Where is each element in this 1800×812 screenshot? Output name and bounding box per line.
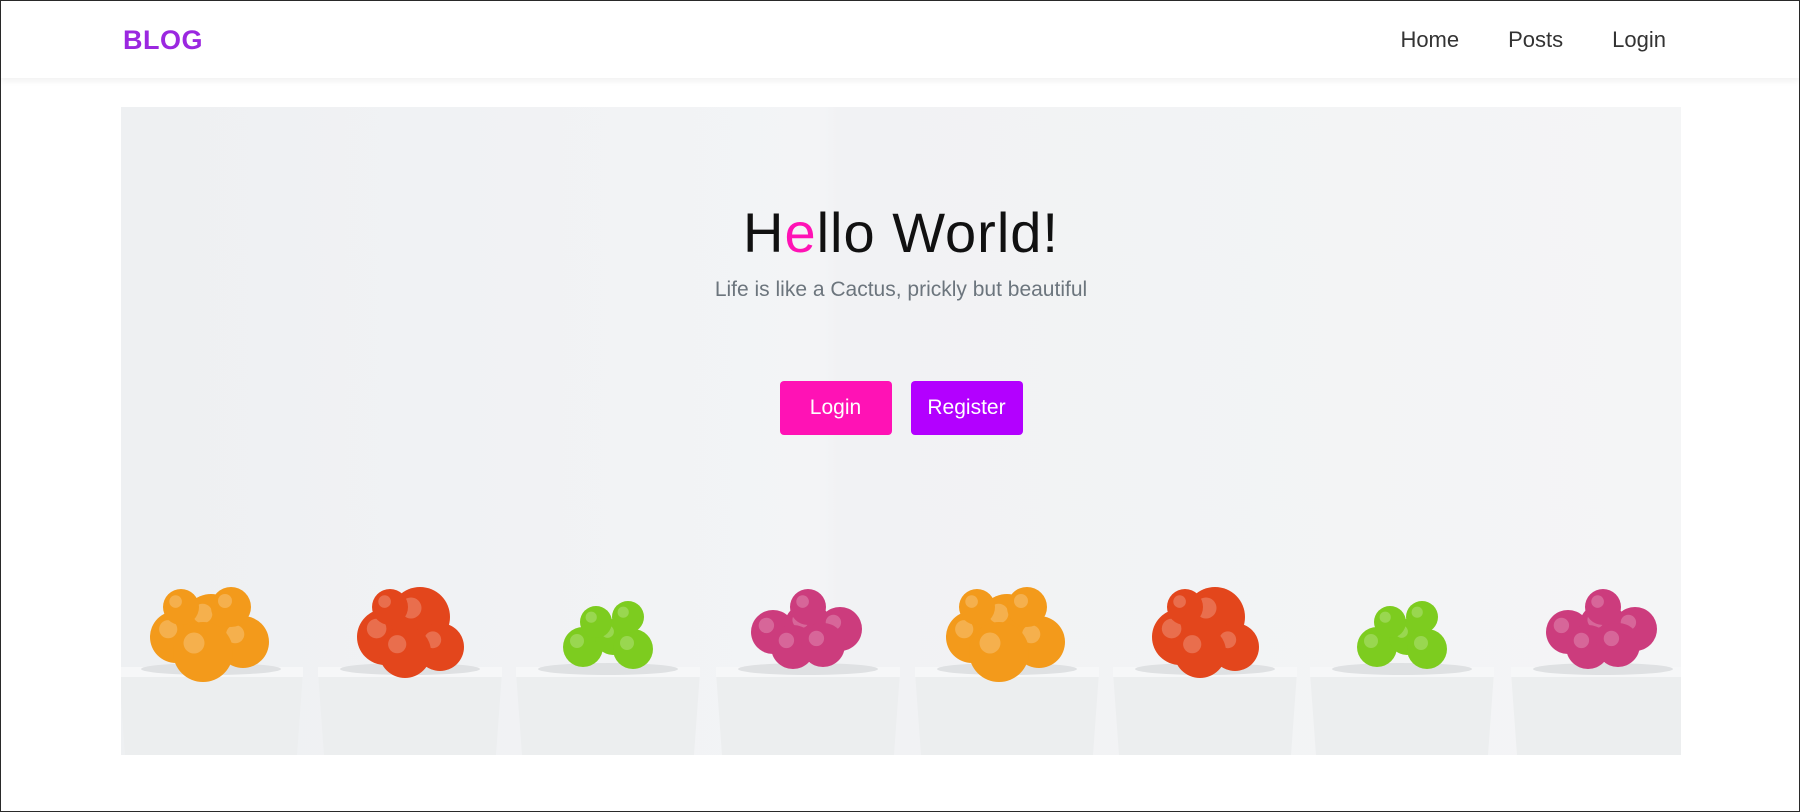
- brand-logo[interactable]: BLOG: [123, 25, 203, 56]
- hero-title: Hello World!: [121, 200, 1681, 265]
- cactus-orange-icon: [121, 587, 303, 755]
- hero-title-rest: llo World!: [816, 201, 1059, 264]
- cactus-pink-icon: [716, 589, 900, 755]
- cactus-pink-icon: [1511, 589, 1681, 755]
- cactus-green-icon: [1310, 601, 1494, 755]
- cactus-red-icon: [318, 587, 502, 755]
- hero-title-accent: e: [784, 201, 817, 264]
- nav-link-posts[interactable]: Posts: [1508, 27, 1563, 53]
- nav-link-home[interactable]: Home: [1400, 27, 1459, 53]
- hero-actions: Login Register: [121, 381, 1681, 435]
- cactus-red-icon: [1113, 587, 1297, 755]
- cactus-orange-icon: [915, 587, 1099, 755]
- hero-title-start: H: [743, 201, 785, 264]
- cactus-green-icon: [516, 601, 700, 755]
- nav-links: Home Posts Login: [1400, 27, 1666, 53]
- login-button[interactable]: Login: [779, 381, 892, 435]
- hero-banner: Hello World! Life is like a Cactus, pric…: [121, 107, 1681, 755]
- register-button[interactable]: Register: [910, 381, 1023, 435]
- hero-subtitle: Life is like a Cactus, prickly but beaut…: [714, 278, 1088, 301]
- navbar: BLOG Home Posts Login: [1, 1, 1799, 78]
- nav-link-login[interactable]: Login: [1612, 27, 1666, 53]
